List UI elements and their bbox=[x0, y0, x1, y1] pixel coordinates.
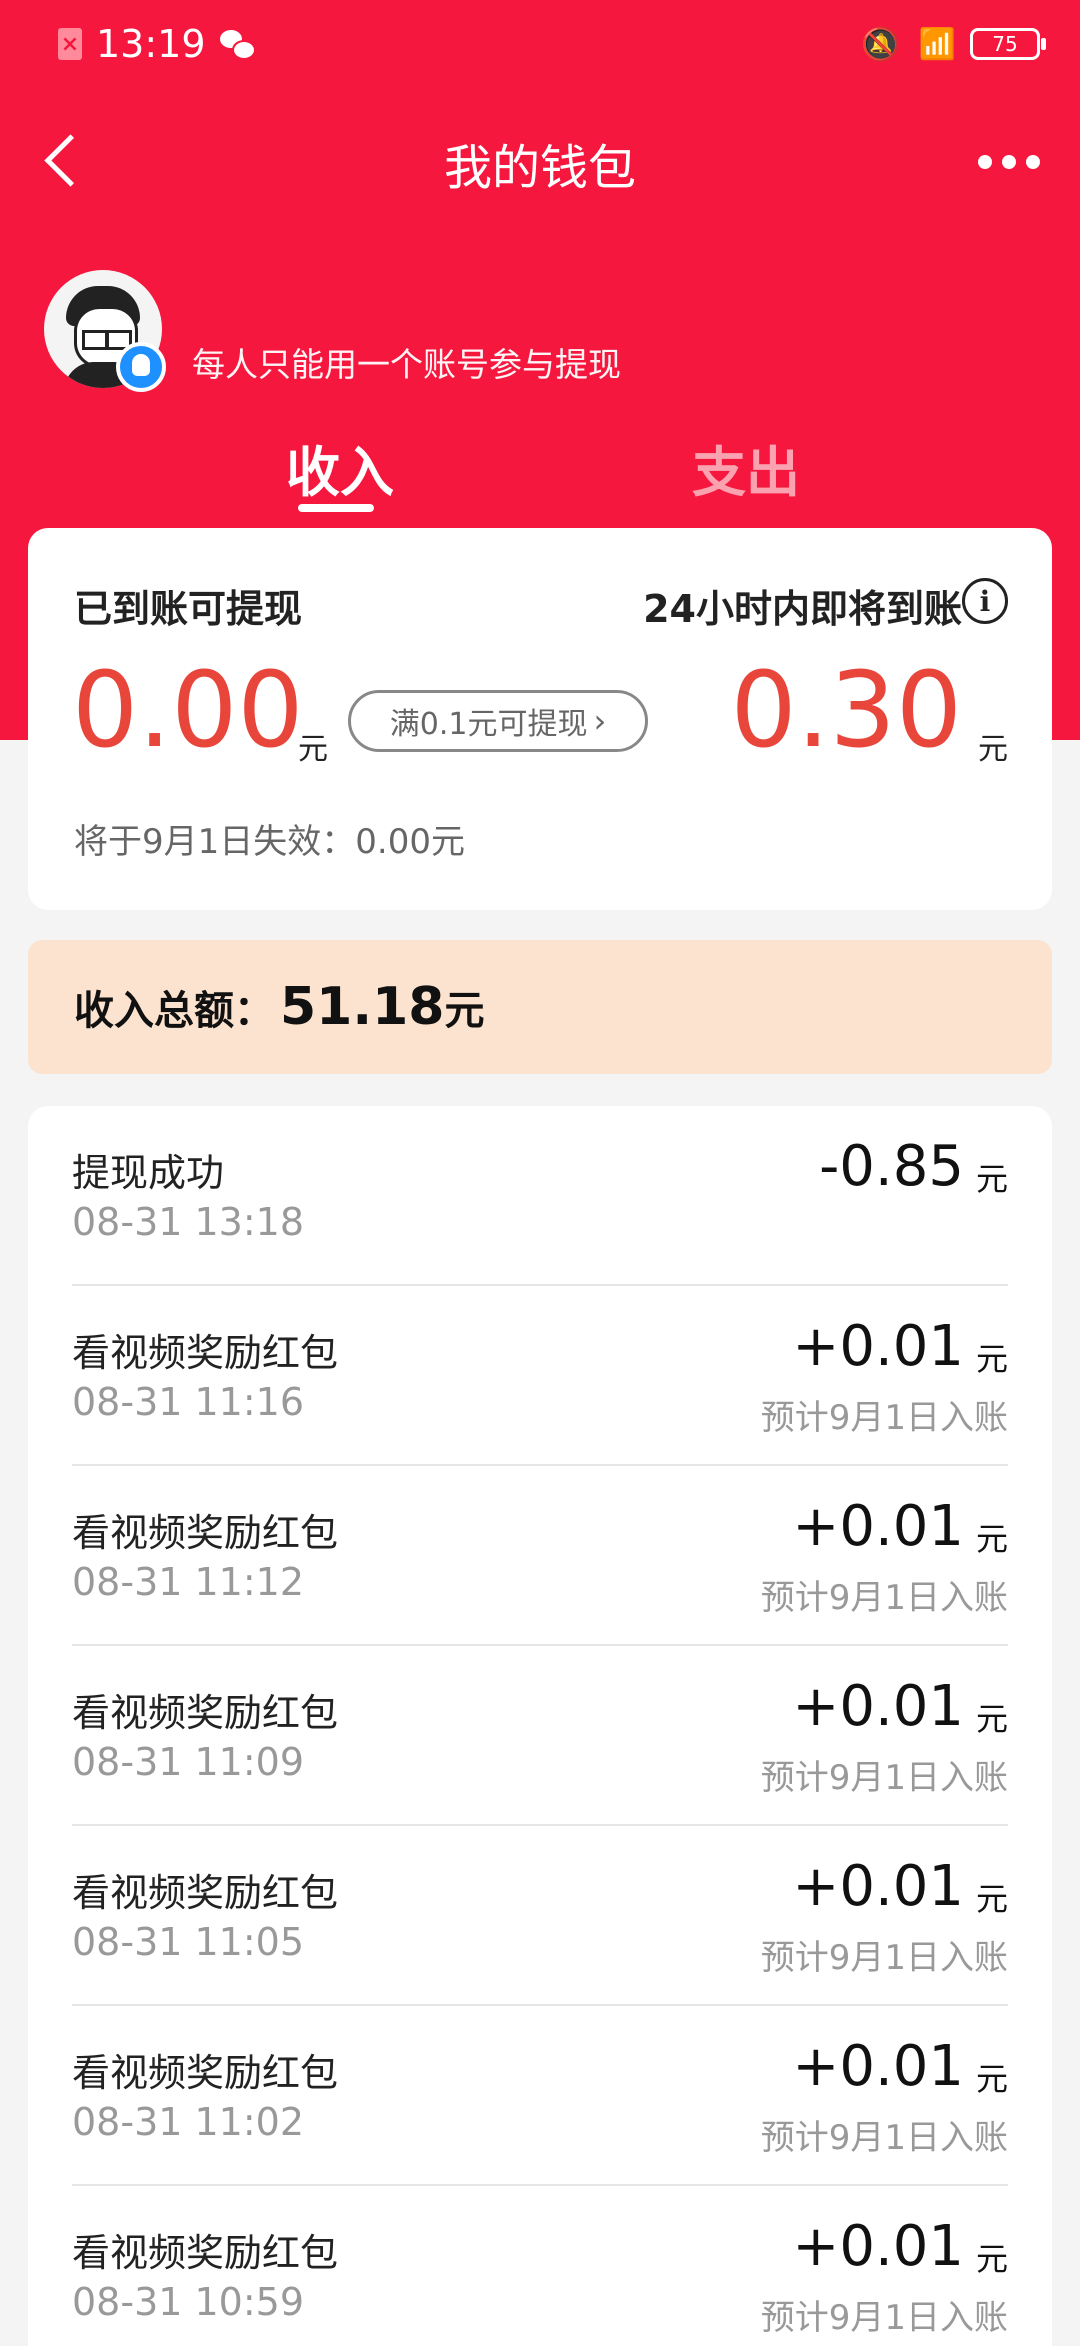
transaction-amount: +0.01 bbox=[792, 1494, 964, 1559]
transaction-name: 看视频奖励红包 bbox=[72, 1691, 339, 1735]
transaction-time: 08-31 10:59 bbox=[72, 2280, 305, 2324]
transaction-name: 看视频奖励红包 bbox=[72, 2051, 339, 2095]
transaction-note: 预计9月1日入账 bbox=[760, 2298, 1008, 2338]
transaction-amount: +0.01 bbox=[792, 2214, 964, 2279]
wechat-icon bbox=[219, 30, 256, 60]
withdraw-button[interactable]: 满0.1元可提现 › bbox=[348, 690, 648, 752]
info-icon[interactable]: i bbox=[962, 578, 1008, 624]
transaction-amount: +0.01 bbox=[792, 1314, 964, 1379]
transaction-time: 08-31 11:09 bbox=[72, 1740, 305, 1784]
transaction-time: 08-31 11:16 bbox=[72, 1380, 305, 1424]
transaction-amount: +0.01 bbox=[792, 1674, 964, 1739]
transaction-name: 看视频奖励红包 bbox=[72, 2231, 339, 2275]
dot-icon bbox=[1026, 155, 1040, 169]
qq-badge-icon bbox=[116, 342, 166, 392]
available-amount: 0.00 bbox=[72, 649, 304, 771]
transaction-amount: -0.85 bbox=[819, 1134, 964, 1199]
transaction-row[interactable]: 看视频奖励红包 08-31 11:16 +0.01 元 预计9月1日入账 bbox=[72, 1286, 1008, 1466]
transaction-row[interactable]: 提现成功 08-31 13:18 -0.85 元 bbox=[72, 1106, 1008, 1286]
transaction-time: 08-31 11:12 bbox=[72, 1560, 305, 1604]
transaction-unit: 元 bbox=[975, 2240, 1008, 2278]
mute-bell-icon: 🔕 bbox=[860, 25, 901, 63]
income-total-unit: 元 bbox=[444, 988, 485, 1034]
status-time: 13:19 bbox=[96, 22, 206, 66]
income-total-amount: 51.18 bbox=[280, 977, 445, 1037]
income-total-label: 收入总额： bbox=[74, 988, 274, 1034]
transaction-unit: 元 bbox=[975, 1700, 1008, 1738]
transaction-row[interactable]: 看视频奖励红包 08-31 11:09 +0.01 元 预计9月1日入账 bbox=[72, 1646, 1008, 1826]
transaction-note: 预计9月1日入账 bbox=[760, 1398, 1008, 1438]
transaction-row[interactable]: 看视频奖励红包 08-31 10:59 +0.01 元 预计9月1日入账 bbox=[72, 2186, 1008, 2346]
dot-icon bbox=[1002, 155, 1016, 169]
pending-label: 24小时内即将到账 bbox=[643, 587, 962, 631]
transaction-note: 预计9月1日入账 bbox=[760, 1758, 1008, 1798]
page-title: 我的钱包 bbox=[443, 140, 636, 196]
balance-card: 已到账可提现 24小时内即将到账 i 0.00 元 满0.1元可提现 › 0.3… bbox=[28, 528, 1052, 910]
pending-unit: 元 bbox=[978, 732, 1008, 767]
pending-amount: 0.30 bbox=[730, 649, 962, 771]
tab-income[interactable]: 收入 bbox=[286, 428, 394, 507]
transaction-amount: +0.01 bbox=[792, 2034, 964, 2099]
transaction-name: 看视频奖励红包 bbox=[72, 1511, 339, 1555]
more-options-button[interactable] bbox=[978, 155, 1040, 169]
income-total-banner: 收入总额： 51.18 元 bbox=[28, 940, 1052, 1074]
transaction-unit: 元 bbox=[975, 2060, 1008, 2098]
transaction-amount: +0.01 bbox=[792, 1854, 964, 1919]
transaction-name: 提现成功 bbox=[72, 1151, 225, 1195]
transaction-time: 08-31 11:02 bbox=[72, 2100, 305, 2144]
transaction-row[interactable]: 看视频奖励红包 08-31 11:02 +0.01 元 预计9月1日入账 bbox=[72, 2006, 1008, 2186]
transaction-unit: 元 bbox=[975, 1160, 1008, 1198]
account-notice: 每人只能用一个账号参与提现 bbox=[192, 345, 621, 384]
transaction-time: 08-31 13:18 bbox=[72, 1200, 305, 1244]
no-sim-icon: × bbox=[58, 28, 82, 60]
available-label: 已到账可提现 bbox=[74, 587, 303, 631]
transaction-unit: 元 bbox=[975, 1520, 1008, 1558]
transaction-list[interactable]: 提现成功 08-31 13:18 -0.85 元 看视频奖励红包 08-31 1… bbox=[28, 1106, 1052, 2346]
withdraw-button-label: 满0.1元可提现 bbox=[389, 707, 588, 742]
status-bar: × 13:19 🔕 📶 75 bbox=[0, 0, 1080, 90]
transaction-time: 08-31 11:05 bbox=[72, 1920, 305, 1964]
available-unit: 元 bbox=[298, 732, 328, 767]
chevron-right-icon: › bbox=[593, 702, 607, 740]
status-left: × 13:19 bbox=[58, 20, 256, 68]
wifi-icon: 📶 bbox=[918, 26, 956, 62]
transaction-unit: 元 bbox=[975, 1340, 1008, 1378]
dot-icon bbox=[978, 155, 992, 169]
transaction-note: 预计9月1日入账 bbox=[760, 2118, 1008, 2158]
transaction-unit: 元 bbox=[975, 1880, 1008, 1918]
tab-expense[interactable]: 支出 bbox=[692, 428, 800, 507]
transaction-row[interactable]: 看视频奖励红包 08-31 11:05 +0.01 元 预计9月1日入账 bbox=[72, 1826, 1008, 2006]
transaction-name: 看视频奖励红包 bbox=[72, 1871, 339, 1915]
battery-icon: 75 bbox=[970, 28, 1046, 60]
active-tab-indicator bbox=[298, 504, 374, 512]
expire-note: 将于9月1日失效：0.00元 bbox=[74, 822, 465, 862]
transaction-row[interactable]: 看视频奖励红包 08-31 11:12 +0.01 元 预计9月1日入账 bbox=[72, 1466, 1008, 1646]
transaction-note: 预计9月1日入账 bbox=[760, 1578, 1008, 1618]
transaction-name: 看视频奖励红包 bbox=[72, 1331, 339, 1375]
transaction-note: 预计9月1日入账 bbox=[760, 1938, 1008, 1978]
status-right: 🔕 📶 75 bbox=[860, 20, 1046, 68]
